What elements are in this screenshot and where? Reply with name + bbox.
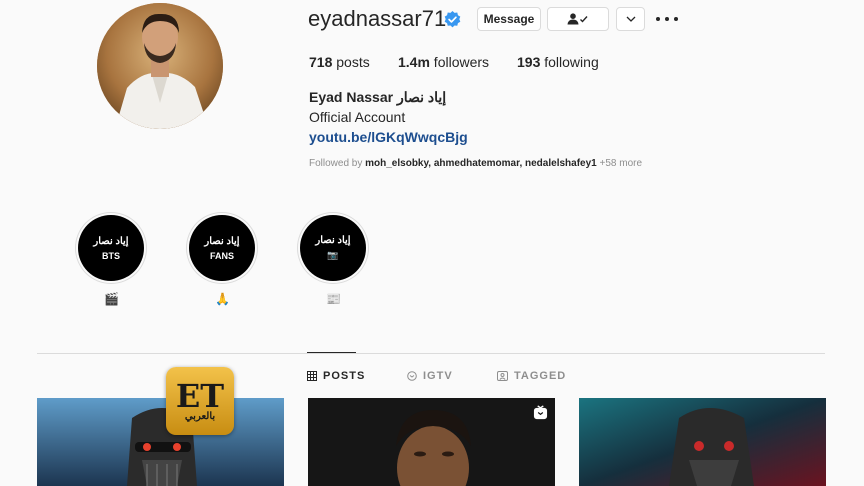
- highlight-caption: 📰: [326, 292, 341, 306]
- profile-full-name: Eyad Nassar إياد نصار: [309, 89, 447, 105]
- more-icon: [656, 17, 660, 21]
- profile-category: Official Account: [309, 109, 406, 125]
- camera-icon: 📷: [327, 250, 339, 260]
- verified-badge-icon: [444, 11, 461, 28]
- message-button[interactable]: Message: [477, 7, 541, 31]
- tagged-icon: [497, 371, 508, 381]
- et-logo-text: ET: [175, 376, 225, 415]
- grid-icon: [307, 371, 317, 381]
- more-options-button[interactable]: [656, 11, 678, 27]
- tab-posts[interactable]: POSTS: [307, 370, 365, 382]
- person-check-icon: [567, 13, 588, 25]
- tab-tagged[interactable]: TAGGED: [497, 370, 566, 382]
- tab-igtv[interactable]: IGTV: [407, 370, 453, 382]
- highlight-bts[interactable]: إياد نصار BTS: [78, 215, 144, 281]
- highlight-title: إياد نصار: [315, 235, 351, 246]
- et-logo-subtext: بالعربي: [184, 410, 216, 422]
- post-thumbnail[interactable]: [308, 398, 555, 486]
- suggested-dropdown-button[interactable]: [616, 7, 645, 31]
- tabs-divider: [37, 353, 825, 354]
- highlight-fans[interactable]: إياد نصار FANS: [189, 215, 255, 281]
- highlight-caption: 🎬: [104, 292, 119, 306]
- highlight-caption: 🙏: [215, 292, 230, 306]
- avatar-photo: [97, 3, 223, 129]
- highlight-subtitle: FANS: [209, 250, 234, 261]
- et-logo-watermark: ET بالعربي: [166, 367, 234, 435]
- post-image: [308, 398, 555, 486]
- post-thumbnail[interactable]: [579, 398, 826, 486]
- active-tab-indicator: [307, 352, 356, 353]
- highlight-title: إياد نصار: [204, 235, 240, 247]
- highlight-camera[interactable]: إياد نصار 📷: [300, 215, 366, 281]
- following-button[interactable]: [547, 7, 609, 31]
- followers-link[interactable]: 1.4m followers: [398, 54, 489, 70]
- tab-tagged-label: TAGGED: [514, 370, 567, 382]
- followed-by-text[interactable]: Followed by moh_elsobky, ahmedhatemomar,…: [309, 158, 642, 169]
- post-thumbnail[interactable]: [37, 398, 284, 486]
- tab-posts-label: POSTS: [323, 370, 366, 382]
- posts-count: 718 posts: [309, 54, 370, 70]
- post-image: [579, 398, 826, 486]
- profile-website-link[interactable]: youtu.be/lGKqWwqcBjg: [309, 129, 468, 145]
- chevron-down-icon: [626, 16, 635, 22]
- profile-avatar[interactable]: [97, 3, 223, 129]
- profile-username: eyadnassar71: [308, 6, 447, 31]
- post-image: [37, 398, 284, 486]
- highlight-subtitle: BTS: [102, 250, 120, 261]
- following-link[interactable]: 193 following: [517, 54, 599, 70]
- igtv-icon: [407, 371, 417, 381]
- tab-igtv-label: IGTV: [423, 370, 453, 382]
- highlight-title: إياد نصار: [93, 235, 129, 247]
- igtv-badge-icon: [533, 405, 548, 420]
